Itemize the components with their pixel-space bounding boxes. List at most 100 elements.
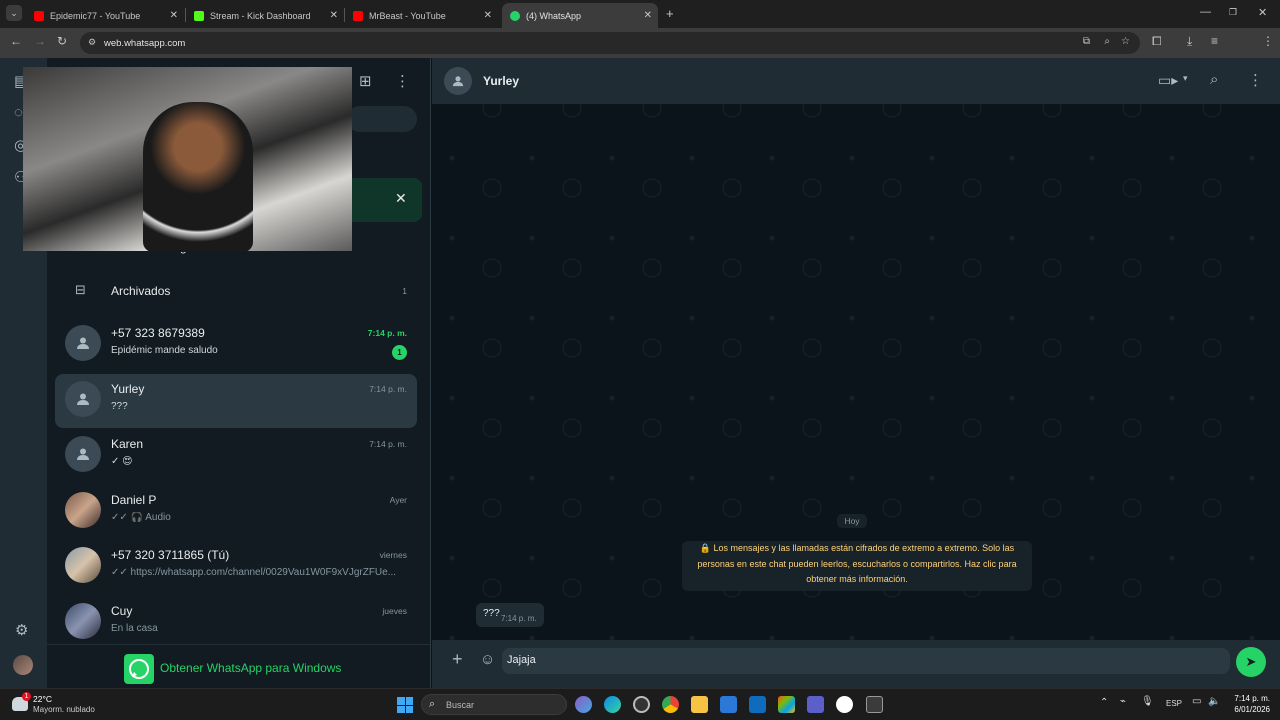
encryption-notice[interactable]: 🔒 Los mensajes y las llamadas están cifr… xyxy=(682,541,1032,591)
youtube-icon xyxy=(34,10,44,21)
tab-whatsapp[interactable]: (4) WhatsApp ✕ xyxy=(502,3,658,28)
close-tab-icon[interactable]: ✕ xyxy=(644,10,652,21)
minimize-icon[interactable]: — xyxy=(1200,6,1211,18)
video-call-icon[interactable]: ▭▸ xyxy=(1158,72,1178,89)
forward-icon[interactable]: → xyxy=(34,34,46,48)
display-icon[interactable]: ▭ xyxy=(1192,696,1201,707)
chevron-down-icon[interactable]: ▾ xyxy=(1183,73,1188,84)
message-input[interactable]: Jajaja xyxy=(502,648,1230,674)
conversation-panel: Yurley ▭▸ ▾ ⌕ ⋮ Hoy 🔒 Los mensajes y las… xyxy=(432,58,1280,688)
tab-title: Stream - Kick Dashboard xyxy=(210,10,311,21)
whatsapp-logo-icon xyxy=(124,654,154,684)
menu-icon[interactable]: ⋮ xyxy=(395,72,410,90)
close-tab-icon[interactable]: ✕ xyxy=(170,10,178,21)
volume-icon[interactable]: 🔈 xyxy=(1208,696,1220,707)
microsoft-365-icon[interactable] xyxy=(778,696,795,713)
message-text: ??? xyxy=(483,608,500,619)
close-banner-icon[interactable]: ✕ xyxy=(395,190,407,207)
search-input[interactable] xyxy=(347,106,417,132)
message-time: 7:14 p. m. xyxy=(501,614,537,623)
new-tab-icon[interactable]: + xyxy=(666,6,674,21)
close-tab-icon[interactable]: ✕ xyxy=(484,10,492,21)
restore-icon[interactable]: ❐ xyxy=(1229,7,1237,18)
chat-list-item[interactable]: +57 323 8679389 Epidémic mande saludo 7:… xyxy=(55,318,417,372)
close-tab-icon[interactable]: ✕ xyxy=(330,10,338,21)
clock-date[interactable]: 6/01/2026 xyxy=(1230,705,1270,714)
address-bar[interactable]: ⚙ web.whatsapp.com ⧉ ⌕ ☆ xyxy=(80,32,1140,54)
clock-time[interactable]: 7:14 p. m. xyxy=(1230,694,1270,703)
chrome-menu-icon[interactable]: ⋮ xyxy=(1262,34,1274,48)
windows-start-icon[interactable] xyxy=(397,697,413,713)
taskbar-search-input[interactable]: ⌕ Buscar xyxy=(421,694,567,715)
chat-name: Yurley xyxy=(111,382,145,396)
archived-label: Archivados xyxy=(111,284,171,298)
site-info-icon[interactable]: ⚙ xyxy=(88,37,96,48)
app-icon[interactable] xyxy=(836,696,853,713)
get-app-footer[interactable]: Obtener WhatsApp para Windows xyxy=(47,644,430,688)
new-chat-icon[interactable]: ⊞ xyxy=(359,72,372,90)
send-icon[interactable]: ➤ xyxy=(1236,647,1266,677)
person-icon xyxy=(452,76,464,87)
chat-last-message: ??? xyxy=(111,401,128,412)
sticker-emoji-icon[interactable]: ☺ xyxy=(480,651,495,668)
store-icon[interactable] xyxy=(720,696,737,713)
chat-list-item[interactable]: Daniel P ✓✓ 🎧 Audio Ayer xyxy=(55,485,417,539)
menu-icon[interactable]: ⋮ xyxy=(1248,71,1263,89)
edge-icon[interactable] xyxy=(604,696,621,713)
archived-count: 1 xyxy=(402,286,407,296)
network-icon[interactable]: ⌁ xyxy=(1120,696,1126,707)
chat-time: viernes xyxy=(379,550,407,560)
calculator-icon[interactable] xyxy=(866,696,883,713)
reload-icon[interactable]: ↻ xyxy=(57,34,67,48)
conversation-header[interactable]: Yurley ▭▸ ▾ ⌕ ⋮ xyxy=(432,58,1280,104)
chat-time: 7:14 p. m. xyxy=(369,439,407,449)
downloads-icon[interactable]: ⤓ xyxy=(1187,34,1192,49)
browser-tab-strip: ⌄ Epidemic77 - YouTube ✕ Stream - Kick D… xyxy=(0,0,1280,28)
archive-icon: ⊟ xyxy=(75,282,86,297)
kick-icon xyxy=(194,10,204,21)
streamer-figure xyxy=(143,102,253,252)
youtube-icon xyxy=(353,10,363,21)
tab-mrbeast-youtube[interactable]: MrBeast - YouTube ✕ xyxy=(345,3,498,28)
tab-title: MrBeast - YouTube xyxy=(369,10,446,21)
contact-avatar[interactable] xyxy=(444,67,472,95)
search-icon[interactable]: ⌕ xyxy=(1210,71,1218,88)
copilot-icon[interactable] xyxy=(575,696,592,713)
cast-icon[interactable]: ⧉ xyxy=(1083,36,1090,47)
chrome-icon[interactable] xyxy=(662,696,679,713)
chat-list-item[interactable]: +57 320 3711865 (Tú) ✓✓ https://whatsapp… xyxy=(55,540,417,594)
file-explorer-icon[interactable] xyxy=(691,696,708,713)
attach-plus-icon[interactable]: + xyxy=(452,649,463,670)
archived-row[interactable]: ⊟ Archivados 1 xyxy=(55,276,417,306)
message-bubble-incoming[interactable]: ??? 7:14 p. m. xyxy=(476,603,544,627)
weather-temp[interactable]: 22°C xyxy=(33,694,52,704)
reading-list-icon[interactable]: ≡ xyxy=(1211,34,1218,48)
back-icon[interactable]: ← xyxy=(10,34,22,48)
person-icon xyxy=(77,393,89,405)
person-icon xyxy=(77,448,89,460)
chat-list-item[interactable]: Karen ✓ 😍 7:14 p. m. xyxy=(55,429,417,483)
bookmark-star-icon[interactable]: ☆ xyxy=(1121,36,1130,47)
chat-name: Karen xyxy=(111,437,144,451)
microphone-icon[interactable]: 🎙 xyxy=(1141,696,1154,707)
close-window-icon[interactable]: ✕ xyxy=(1258,6,1267,19)
tab-title: Epidemic77 - YouTube xyxy=(50,10,141,21)
tab-epidemic-youtube[interactable]: Epidemic77 - YouTube ✕ xyxy=(26,3,184,28)
language-indicator[interactable]: ESP xyxy=(1166,699,1182,708)
outlook-icon[interactable] xyxy=(749,696,766,713)
profile-avatar[interactable] xyxy=(13,655,33,675)
teams-icon[interactable] xyxy=(807,696,824,713)
settings-gear-icon[interactable]: ⚙ xyxy=(15,621,28,639)
tray-chevron-icon[interactable]: ⌃ xyxy=(1100,697,1108,708)
status-icon[interactable]: ◌ xyxy=(14,104,23,121)
chat-list-item[interactable]: Cuy En la casa jueves xyxy=(55,596,417,650)
zoom-icon[interactable]: ⌕ xyxy=(1104,36,1110,47)
chat-last-message: ✓ 😍 xyxy=(111,456,133,467)
chat-list-item-selected[interactable]: Yurley ??? 7:14 p. m. xyxy=(55,374,417,428)
tab-kick-dashboard[interactable]: Stream - Kick Dashboard ✕ xyxy=(186,3,344,28)
tab-search-icon[interactable]: ⌄ xyxy=(6,5,22,21)
chat-time: Ayer xyxy=(389,495,407,505)
extensions-icon[interactable]: ⧠ xyxy=(1152,34,1162,49)
obs-icon[interactable] xyxy=(633,696,650,713)
chat-name: Cuy xyxy=(111,604,133,618)
